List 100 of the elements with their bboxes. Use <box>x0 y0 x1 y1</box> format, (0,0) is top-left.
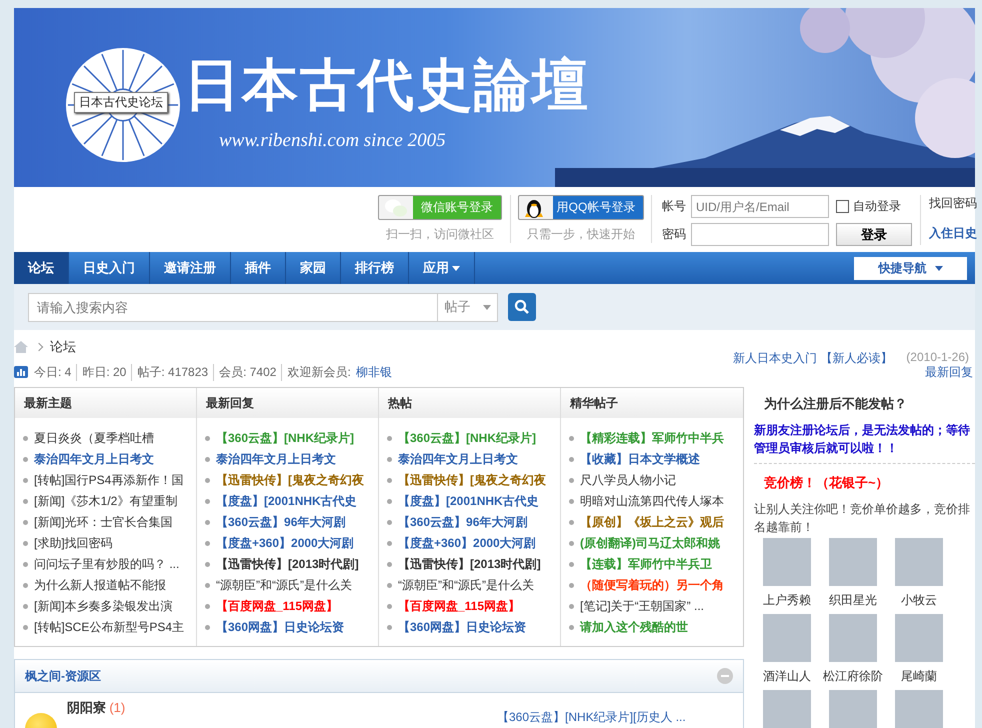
password-field[interactable] <box>691 223 829 246</box>
post-link[interactable]: [转帖]SCE公布新型号PS4主 <box>34 619 184 636</box>
username-field[interactable]: UID/用户名/Email <box>691 195 829 218</box>
auto-login-checkbox[interactable] <box>836 200 849 213</box>
post-link[interactable]: 【度盘】[2001NHK古代史 <box>398 493 539 510</box>
post-link[interactable]: 泰治四年文月上日考文 <box>398 451 518 468</box>
announcement-link[interactable]: 新人日本史入门 【新人必读】 <box>732 350 892 367</box>
post-link[interactable]: 问问坛子里有炒股的吗？ ... <box>34 556 180 573</box>
post-link[interactable]: 夏日炎炎（夏季档吐槽 <box>34 430 154 447</box>
post-link[interactable]: 为什么新人报道帖不能报 <box>34 577 166 594</box>
bullet-icon <box>569 499 574 504</box>
post-link[interactable]: 【迅雷快传】[鬼夜之奇幻夜 <box>398 472 546 489</box>
login-link[interactable]: 找回密码 <box>929 195 977 212</box>
post-link[interactable]: [新闻]《莎木1/2》有望重制 <box>34 493 178 510</box>
bullet-icon <box>205 457 210 462</box>
bullet-icon <box>569 583 574 588</box>
caret-icon <box>934 266 942 270</box>
bid-ranking-title: 竞价榜！（花银子~） <box>763 474 890 492</box>
forum-name-link[interactable]: 阴阳寮 <box>67 700 106 715</box>
avatar-placeholder[interactable] <box>895 614 943 662</box>
bullet-icon <box>387 436 392 441</box>
bullet-icon <box>387 457 392 462</box>
login-link[interactable]: 入住日史 <box>929 225 977 242</box>
member-name-link[interactable]: 织田星光 <box>829 592 877 609</box>
post-link[interactable]: 明暗对山流第四代传人塚本 <box>580 493 724 510</box>
social-login-button[interactable]: 用QQ帐号登录 <box>518 195 644 220</box>
post-link[interactable]: 【度盘+360】2000大河剧 <box>216 535 354 552</box>
bid-ranking-text: 让别人关注你吧！竞价单价越多，竞价排名越靠前！ <box>754 501 971 536</box>
post-link[interactable]: 【原创】《坂上之云》观后 <box>580 514 724 531</box>
bullet-icon <box>23 541 28 546</box>
quick-nav-button[interactable]: 快捷导航 <box>854 256 967 280</box>
post-link[interactable]: [新闻]光环：士官长合集国 <box>34 514 173 531</box>
post-link[interactable]: 【收藏】日本文学概述 <box>580 451 700 468</box>
post-link[interactable]: [求助]找回密码 <box>34 535 113 552</box>
new-post-count: (1) <box>109 700 126 715</box>
post-link[interactable]: 【百度网盘_115网盘】 <box>398 598 520 615</box>
forum-stat: 昨日: 20 <box>76 364 132 380</box>
member-name-link[interactable]: 上户秀赖 <box>763 592 811 609</box>
search-button[interactable] <box>508 293 536 321</box>
avatar-placeholder[interactable] <box>763 690 811 728</box>
bullet-icon <box>387 562 392 567</box>
bullet-icon <box>569 541 574 546</box>
post-link[interactable]: [新闻]本乡奏多染银发出演 <box>34 598 173 615</box>
post-link[interactable]: 【360网盘】日史论坛资 <box>398 619 526 636</box>
post-link[interactable]: 【迅雷快传】[2013时代剧] <box>216 556 359 573</box>
username-label: 帐号 <box>662 198 686 215</box>
last-post-link[interactable]: 【360云盘】[NHK纪录片][历史人 ... <box>497 709 686 726</box>
post-link[interactable]: 【度盘+360】2000大河剧 <box>398 535 536 552</box>
breadcrumb-link[interactable]: 论坛 <box>50 338 76 356</box>
bullet-icon <box>205 499 210 504</box>
bullet-icon <box>23 562 28 567</box>
avatar-placeholder[interactable] <box>829 690 877 728</box>
avatar-placeholder[interactable] <box>895 538 943 586</box>
bullet-icon <box>387 520 392 525</box>
bullet-icon <box>23 625 28 630</box>
post-link[interactable]: [转帖]国行PS4再添新作！国 <box>34 472 184 489</box>
post-link[interactable]: 请加入这个残酷的世 <box>580 619 688 636</box>
post-link[interactable]: 【精彩连载】军师竹中半兵 <box>580 430 724 447</box>
bullet-icon <box>23 436 28 441</box>
post-link[interactable]: [笔记]关于“王朝国家” ... <box>580 598 704 615</box>
post-link[interactable]: 【360网盘】日史论坛资 <box>216 619 344 636</box>
member-name-link[interactable]: 尾崎蘭 <box>901 668 937 685</box>
avatar-placeholder[interactable] <box>763 538 811 586</box>
avatar-placeholder[interactable] <box>829 538 877 586</box>
bullet-icon <box>569 436 574 441</box>
latest-reply-link[interactable]: 最新回复 <box>925 364 973 380</box>
bullet-icon <box>205 625 210 630</box>
member-name-link[interactable]: 松江府徐阶 <box>823 668 883 685</box>
site-logo-title: 日本古代史論壇 <box>184 51 590 120</box>
post-link[interactable]: 【360云盘】96年大河剧 <box>216 514 346 531</box>
newest-member-link[interactable]: 柳非银 <box>356 364 392 380</box>
search-field[interactable]: 请输入搜索内容 <box>28 292 438 322</box>
post-link[interactable]: 【360云盘】96年大河剧 <box>398 514 528 531</box>
avatar-placeholder[interactable] <box>763 614 811 662</box>
login-button[interactable]: 登录 <box>836 223 912 246</box>
post-link[interactable]: (原创翻译)司马辽太郎和姚 <box>580 535 720 552</box>
bullet-icon <box>23 478 28 483</box>
bullet-icon <box>205 604 210 609</box>
bullet-icon <box>569 625 574 630</box>
avatar-placeholder[interactable] <box>895 690 943 728</box>
post-link[interactable]: 【连载】军师竹中半兵卫 <box>580 556 712 573</box>
nav-tab[interactable]: 论坛 <box>14 252 69 284</box>
post-link[interactable]: 【360云盘】[NHK纪录片] <box>216 430 354 447</box>
post-link[interactable]: （随便写着玩的）另一个角 <box>580 577 724 594</box>
avatar-placeholder[interactable] <box>829 614 877 662</box>
post-link[interactable]: 【度盘】[2001NHK古代史 <box>216 493 357 510</box>
post-link[interactable]: 【百度网盘_115网盘】 <box>216 598 338 615</box>
bullet-icon <box>569 478 574 483</box>
post-link[interactable]: “源朝臣”和“源氏”是什么关 <box>398 577 534 594</box>
member-name-link[interactable]: 小牧云 <box>901 592 937 609</box>
post-link[interactable]: 【迅雷快传】[2013时代剧] <box>398 556 541 573</box>
member-name-link[interactable]: 酒洋山人 <box>763 668 811 685</box>
search-scope-dropdown[interactable]: 帖子 <box>438 292 498 322</box>
post-link[interactable]: “源朝臣”和“源氏”是什么关 <box>216 577 352 594</box>
post-link[interactable]: 泰治四年文月上日考文 <box>34 451 154 468</box>
post-link[interactable]: 泰治四年文月上日考文 <box>216 451 336 468</box>
collapse-icon[interactable] <box>717 668 733 684</box>
post-link[interactable]: 尺八学员人物小记 <box>580 472 676 489</box>
post-link[interactable]: 【迅雷快传】[鬼夜之奇幻夜 <box>216 472 364 489</box>
post-link[interactable]: 【360云盘】[NHK纪录片] <box>398 430 536 447</box>
